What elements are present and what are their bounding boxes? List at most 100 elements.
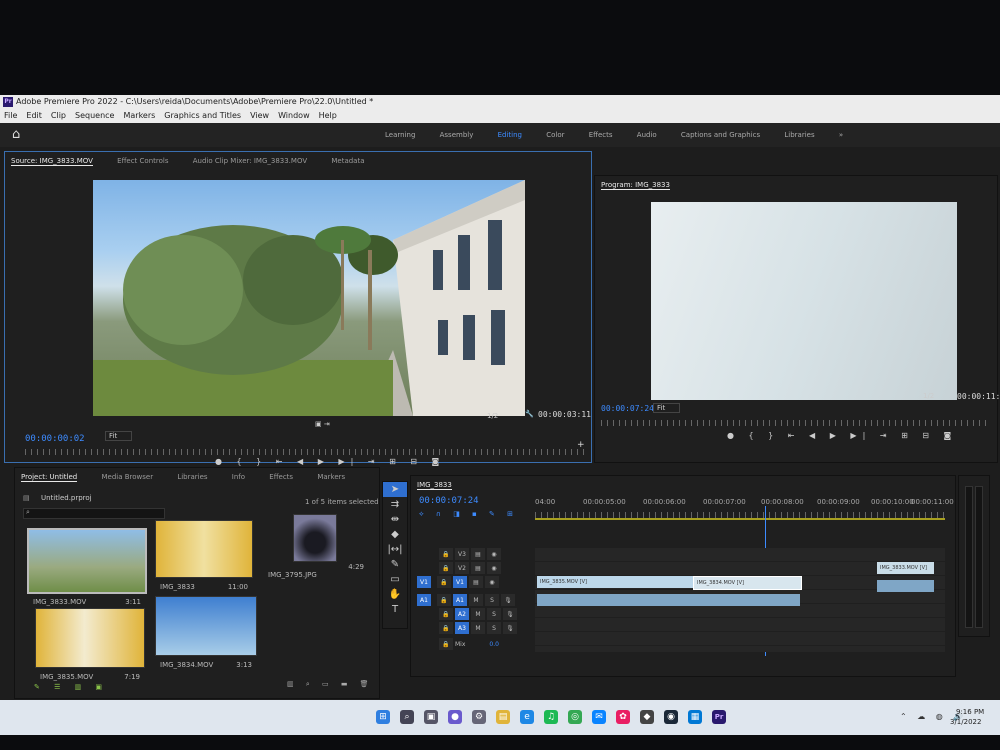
lock-icon[interactable]: 🔒 bbox=[439, 548, 453, 560]
lock-icon[interactable]: 🔒 bbox=[437, 594, 451, 606]
photos-icon[interactable]: ✿ bbox=[616, 710, 630, 724]
tab-info[interactable]: Info bbox=[232, 473, 245, 481]
settings-icon[interactable]: ⚙ bbox=[472, 710, 486, 724]
menu-edit[interactable]: Edit bbox=[26, 111, 42, 120]
track-label-a2[interactable]: A2 bbox=[455, 608, 469, 620]
menu-markers[interactable]: Markers bbox=[123, 111, 155, 120]
task-view-icon[interactable]: ▣ bbox=[424, 710, 438, 724]
premiere-taskbar-icon[interactable]: Pr bbox=[712, 710, 726, 724]
project-item-img-3834-mov[interactable]: IMG_3834.MOV 3:13 bbox=[155, 596, 257, 669]
source-add-icon[interactable]: + bbox=[577, 440, 585, 450]
explorer-icon[interactable]: ▤ bbox=[496, 710, 510, 724]
chat-icon[interactable]: ● bbox=[448, 710, 462, 724]
menu-file[interactable]: File bbox=[4, 111, 17, 120]
pen-tool-icon[interactable]: ✎ bbox=[383, 557, 407, 572]
program-resolution[interactable]: 1/2 bbox=[923, 392, 934, 400]
workspace-color[interactable]: Color bbox=[546, 131, 564, 139]
menu-help[interactable]: Help bbox=[319, 111, 337, 120]
workspace-assembly[interactable]: Assembly bbox=[440, 131, 474, 139]
menu-view[interactable]: View bbox=[250, 111, 269, 120]
workspace-audio[interactable]: Audio bbox=[637, 131, 657, 139]
source-time-ruler[interactable] bbox=[25, 449, 585, 455]
eye-icon[interactable]: ◉ bbox=[487, 562, 501, 574]
program-current-timecode[interactable]: 00:00:07:24 bbox=[601, 404, 654, 413]
eye-icon[interactable]: ◉ bbox=[485, 576, 499, 588]
mic-icon[interactable]: 🎙 bbox=[503, 608, 517, 620]
menu-clip[interactable]: Clip bbox=[51, 111, 66, 120]
tab-libraries[interactable]: Libraries bbox=[177, 473, 207, 481]
work-area-bar[interactable] bbox=[535, 518, 945, 520]
mic-icon[interactable]: 🎙 bbox=[503, 622, 517, 634]
ripple-edit-tool-icon[interactable]: ⇹ bbox=[383, 512, 407, 527]
tab-markers[interactable]: Markers bbox=[317, 473, 345, 481]
menu-sequence[interactable]: Sequence bbox=[75, 111, 114, 120]
lock-icon[interactable]: 🔒 bbox=[439, 608, 453, 620]
start-icon[interactable]: ⊞ bbox=[376, 710, 390, 724]
wrench-icon[interactable]: 🔧 bbox=[525, 410, 534, 418]
mic-icon[interactable]: 🎙 bbox=[501, 594, 515, 606]
program-video-frame[interactable] bbox=[651, 202, 957, 400]
solo-button[interactable]: S bbox=[485, 594, 499, 606]
clip-img-3835-v[interactable]: IMG_3835.MOV [V] bbox=[537, 576, 694, 588]
home-icon[interactable]: ⌂ bbox=[12, 127, 20, 143]
mute-button[interactable]: M bbox=[469, 594, 483, 606]
audio-clip-a1[interactable] bbox=[537, 594, 800, 606]
project-item-img-3833-mov[interactable]: IMG_3833.MOV 3:11 bbox=[27, 528, 147, 606]
workspace-overflow-icon[interactable]: » bbox=[839, 131, 843, 139]
workspace-effects[interactable]: Effects bbox=[589, 131, 613, 139]
status-bar-icons[interactable]: ✎ ☰ ▥ ▣ bbox=[34, 683, 108, 691]
chrome-icon[interactable]: ◎ bbox=[568, 710, 582, 724]
source-patch-a1[interactable]: A1 bbox=[417, 594, 431, 606]
tab-effect-controls[interactable]: Effect Controls bbox=[117, 157, 168, 165]
source-transport-controls[interactable]: ● { } ⇤ ◀ ▶ ▶| ⇥ ⊞ ⊟ ◙ bbox=[215, 457, 445, 466]
edge-icon[interactable]: e bbox=[520, 710, 534, 724]
razor-tool-icon[interactable]: ◆ bbox=[383, 527, 407, 542]
workspace-learning[interactable]: Learning bbox=[385, 131, 415, 139]
app-icon[interactable]: ◆ bbox=[640, 710, 654, 724]
tab-audio-clip-mixer[interactable]: Audio Clip Mixer: IMG_3833.MOV bbox=[193, 157, 307, 165]
project-item-img-3833-sequence[interactable]: IMG_3833 11:00 bbox=[155, 520, 253, 591]
project-search-input[interactable]: ⌕ bbox=[23, 508, 165, 519]
selection-tool-icon[interactable]: ➤ bbox=[383, 482, 407, 497]
track-label-v1[interactable]: V1 bbox=[453, 576, 467, 588]
track-label-v2[interactable]: V2 bbox=[455, 562, 469, 574]
tab-project[interactable]: Project: Untitled bbox=[21, 473, 78, 482]
mute-button[interactable]: M bbox=[471, 608, 485, 620]
menu-graphics-and-titles[interactable]: Graphics and Titles bbox=[164, 111, 241, 120]
solo-button[interactable]: S bbox=[487, 622, 501, 634]
audio-clip-a1-end[interactable] bbox=[877, 580, 934, 592]
lock-icon[interactable]: 🔒 bbox=[439, 638, 453, 650]
track-label-a1[interactable]: A1 bbox=[453, 594, 467, 606]
timeline-current-timecode[interactable]: 00:00:07:24 bbox=[419, 496, 479, 506]
workspace-libraries[interactable]: Libraries bbox=[784, 131, 814, 139]
workspace-captions-and-graphics[interactable]: Captions and Graphics bbox=[681, 131, 760, 139]
tab-media-browser[interactable]: Media Browser bbox=[101, 473, 153, 481]
tab-program[interactable]: Program: IMG_3833 bbox=[601, 181, 670, 190]
tab-effects[interactable]: Effects bbox=[269, 473, 293, 481]
lock-icon[interactable]: 🔒 bbox=[439, 622, 453, 634]
clip-img-3834-v[interactable]: IMG_3834.MOV [V] bbox=[693, 576, 802, 590]
source-resolution[interactable]: 1/2 bbox=[487, 412, 498, 420]
source-current-timecode[interactable]: 00:00:00:02 bbox=[25, 434, 85, 444]
source-patch-v1[interactable]: V1 bbox=[417, 576, 431, 588]
source-marker-icon[interactable]: ▣ ⇥ bbox=[315, 420, 330, 428]
mix-value[interactable]: 0.0 bbox=[489, 641, 499, 648]
program-transport-controls[interactable]: ● { } ⇤ ◀ ▶ ▶| ⇥ ⊞ ⊟ ◙ bbox=[727, 431, 957, 440]
mute-button[interactable]: M bbox=[471, 622, 485, 634]
timeline-tool-icons[interactable]: ⟡ ∩ ◨ ▪ ✎ ⊞ bbox=[419, 510, 518, 519]
program-fit-select[interactable]: Fit bbox=[653, 403, 681, 413]
project-bottom-toolbar[interactable]: ▥ ⌕ ▭ ▬ 🗑 bbox=[287, 680, 374, 689]
tab-sequence[interactable]: IMG_3833 bbox=[417, 481, 452, 490]
clip-img-3833-v[interactable]: IMG_3833.MOV [V] bbox=[877, 562, 934, 574]
source-fit-select[interactable]: Fit bbox=[105, 431, 133, 441]
taskbar-date[interactable]: 3/1/2022 bbox=[950, 718, 981, 726]
track-label-v3[interactable]: V3 bbox=[455, 548, 469, 560]
track-label-a3[interactable]: A3 bbox=[455, 622, 469, 634]
steam-icon[interactable]: ◉ bbox=[664, 710, 678, 724]
program-time-ruler[interactable] bbox=[601, 420, 991, 426]
slip-tool-icon[interactable]: |↔| bbox=[383, 542, 407, 557]
mail-icon[interactable]: ✉ bbox=[592, 710, 606, 724]
store-icon[interactable]: ▦ bbox=[688, 710, 702, 724]
rectangle-tool-icon[interactable]: ▭ bbox=[383, 572, 407, 587]
project-item-img-3795-jpg[interactable]: IMG_3795.JPG 4:29 bbox=[268, 514, 364, 579]
